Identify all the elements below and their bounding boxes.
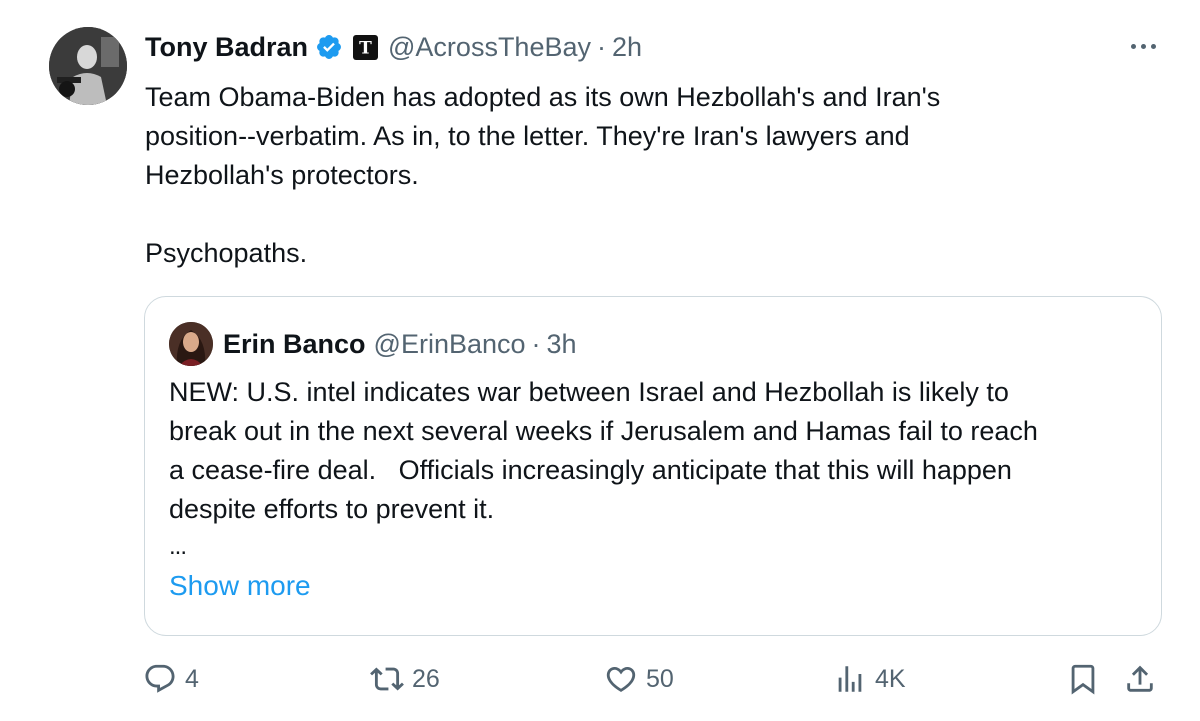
reply-icon <box>145 664 175 693</box>
affiliation-badge-icon[interactable]: T <box>352 34 379 61</box>
author-handle[interactable]: @AcrossTheBay <box>388 32 591 63</box>
tweet[interactable]: Tony Badran T @AcrossTheBay · 2h Team Ob… <box>0 0 1200 721</box>
like-count: 50 <box>646 664 674 693</box>
repost-button[interactable]: 26 <box>370 655 440 703</box>
quoted-tweet[interactable]: Erin Banco @ErinBanco · 3h NEW: U.S. int… <box>144 296 1162 636</box>
tweet-time[interactable]: 2h <box>612 32 642 63</box>
repost-count: 26 <box>412 664 440 693</box>
quoted-author-handle[interactable]: @ErinBanco <box>374 329 526 360</box>
bookmark-button[interactable] <box>1066 655 1100 703</box>
author-name[interactable]: Tony Badran <box>145 32 308 63</box>
action-bar: 4 26 50 4K <box>0 655 1200 703</box>
repost-icon <box>370 667 404 691</box>
quoted-separator-dot: · <box>531 328 541 359</box>
share-icon <box>1127 665 1153 692</box>
reply-count: 4 <box>185 664 199 693</box>
share-button[interactable] <box>1123 655 1157 703</box>
tweet-text: Team Obama-Biden has adopted as its own … <box>145 82 941 268</box>
reply-button[interactable]: 4 <box>143 655 199 703</box>
show-more-link[interactable]: Show more <box>169 570 311 602</box>
views-button[interactable]: 4K <box>833 655 906 703</box>
tweet-header: Tony Badran T @AcrossTheBay · 2h <box>145 28 642 66</box>
separator-dot: · <box>597 31 606 62</box>
author-avatar[interactable] <box>49 27 127 105</box>
verified-badge-icon[interactable] <box>315 33 343 61</box>
quoted-tweet-header: Erin Banco @ErinBanco · 3h <box>169 321 577 367</box>
quoted-tweet-text: NEW: U.S. intel indicates war between Is… <box>169 377 1038 524</box>
quoted-author-avatar[interactable] <box>169 322 213 366</box>
quoted-author-name[interactable]: Erin Banco <box>223 329 366 360</box>
like-button[interactable]: 50 <box>604 655 674 703</box>
quoted-tweet-time[interactable]: 3h <box>547 329 577 360</box>
affiliation-badge-letter: T <box>359 38 372 58</box>
views-count: 4K <box>875 664 906 693</box>
quoted-tweet-ellipsis: ... <box>169 533 187 560</box>
bookmark-icon <box>1071 664 1095 695</box>
more-icon[interactable] <box>1123 34 1163 58</box>
like-icon <box>606 666 636 692</box>
views-icon <box>838 666 862 692</box>
